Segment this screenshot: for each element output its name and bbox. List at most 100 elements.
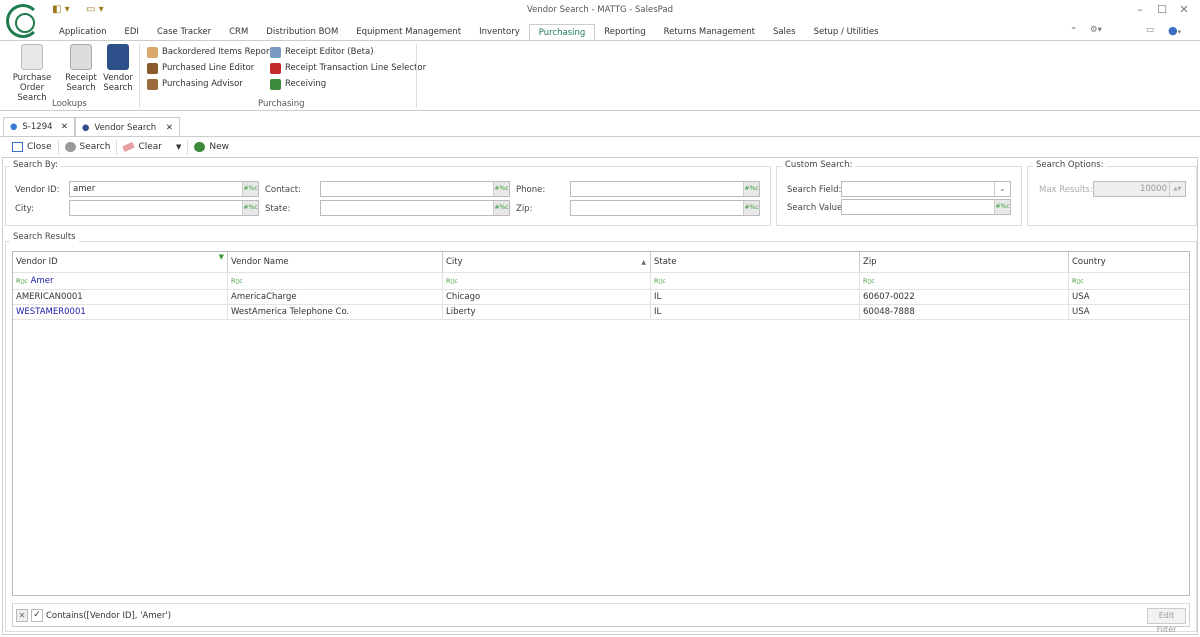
clear-filter-button[interactable]: ✕: [16, 609, 28, 622]
filter-cell-vendor-id[interactable]: R▯c Amer: [13, 273, 228, 289]
table-row[interactable]: WESTAMER0001 WestAmerica Telephone Co. L…: [13, 305, 1189, 320]
tab-crm[interactable]: CRM: [220, 24, 257, 40]
country: USA: [1072, 307, 1090, 317]
purchase-order-search-button[interactable]: Purchase Order Search: [6, 44, 58, 103]
new-button[interactable]: New: [188, 142, 235, 152]
selector-icon: [270, 62, 281, 74]
close-window-button[interactable]: ✕: [1176, 3, 1192, 17]
spinner-icon[interactable]: ▲▼: [1169, 182, 1185, 196]
wildcard-icon[interactable]: #%c: [743, 201, 759, 215]
filter-expression[interactable]: Contains([Vendor ID], 'Amer'): [46, 611, 171, 621]
filter-condition-icon[interactable]: R▯c: [654, 277, 666, 285]
clear-button[interactable]: Clear ▼: [117, 141, 187, 153]
chevron-down-icon[interactable]: ▼: [176, 143, 181, 151]
col-city[interactable]: City ▲: [443, 252, 651, 272]
wildcard-icon[interactable]: #%c: [242, 182, 258, 196]
wildcard-icon[interactable]: #%c: [493, 182, 509, 196]
maximize-button[interactable]: ☐: [1154, 3, 1170, 17]
new-person-icon: [194, 142, 206, 152]
advisor-icon: [147, 78, 158, 90]
tab-purchasing[interactable]: Purchasing: [528, 24, 596, 41]
zip-input[interactable]: #%c: [570, 200, 760, 216]
filter-cell[interactable]: R▯c: [1069, 273, 1189, 289]
filter-condition-icon[interactable]: R▯c: [1072, 277, 1084, 285]
receipt-editor-button[interactable]: Receipt Editor (Beta): [270, 44, 426, 60]
table-row[interactable]: AMERICAN0001 AmericaCharge Chicago IL 60…: [13, 290, 1189, 305]
sort-asc-icon: ▲: [641, 258, 646, 266]
filter-enabled-checkbox[interactable]: ✓: [31, 609, 43, 622]
tab-edi[interactable]: EDI: [116, 24, 148, 40]
tab-reporting[interactable]: Reporting: [595, 24, 654, 40]
contact-input[interactable]: #%c: [320, 181, 510, 197]
max-results-label: Max Results:: [1039, 185, 1093, 195]
filter-cell[interactable]: R▯c: [651, 273, 860, 289]
settings-gear-icon[interactable]: ⚙▾: [1090, 25, 1102, 35]
person-icon: ●: [82, 122, 90, 133]
pencil-icon: [270, 46, 281, 58]
zip: 60607-0022: [860, 290, 1069, 304]
purchasing-advisor-button[interactable]: Purchasing Advisor: [147, 76, 273, 92]
collapse-ribbon-icon[interactable]: ⌃: [1070, 26, 1077, 36]
receiving-button[interactable]: Receiving: [270, 76, 426, 92]
window-icon[interactable]: ▭: [1146, 25, 1154, 35]
search-value-input[interactable]: #%c: [841, 199, 1011, 215]
wildcard-icon[interactable]: #%c: [743, 182, 759, 196]
vendor-search-button[interactable]: Vendor Search: [102, 44, 134, 93]
app-logo[interactable]: [6, 4, 40, 38]
vendor-id-link[interactable]: AMERICAN0001: [16, 292, 83, 302]
state-input[interactable]: #%c: [320, 200, 510, 216]
tab-case-tracker[interactable]: Case Tracker: [148, 24, 220, 40]
wildcard-icon[interactable]: #%c: [493, 201, 509, 215]
col-country[interactable]: Country: [1069, 252, 1189, 272]
filter-condition-icon[interactable]: R▯c: [863, 277, 875, 285]
state: IL: [651, 305, 860, 319]
phone-input[interactable]: #%c: [570, 181, 760, 197]
filter-condition-icon[interactable]: R▯c: [446, 277, 458, 285]
document-binoculars-icon: [21, 44, 43, 70]
city-input[interactable]: #%c: [69, 200, 259, 216]
tab-application[interactable]: Application: [50, 24, 116, 40]
filter-cell[interactable]: R▯c: [228, 273, 443, 289]
tab-sales[interactable]: Sales: [764, 24, 805, 40]
users-icon: ●: [10, 122, 18, 132]
receipt-search-button[interactable]: Receipt Search: [62, 44, 100, 93]
filter-icon[interactable]: ▼: [219, 253, 224, 261]
edit-filter-button[interactable]: Edit Filter: [1147, 608, 1186, 634]
doc-tab-vendor-search[interactable]: ● Vendor Search ✕: [75, 117, 180, 137]
doc-tab-s-1294[interactable]: ● S-1294 ✕: [3, 117, 75, 136]
purchased-line-editor-button[interactable]: Purchased Line Editor: [147, 60, 273, 76]
col-vendor-id[interactable]: Vendor ID ▼: [13, 252, 228, 272]
max-results-input[interactable]: 10000 ▲▼: [1093, 181, 1186, 197]
vendor-id-input[interactable]: amer #%c: [69, 181, 259, 197]
close-tab-icon[interactable]: ✕: [166, 123, 173, 133]
col-zip[interactable]: Zip: [860, 252, 1069, 272]
minimize-button[interactable]: –: [1132, 3, 1148, 17]
search-field-label: Search Field:: [787, 185, 842, 195]
wildcard-icon[interactable]: #%c: [994, 200, 1010, 214]
tab-equipment-management[interactable]: Equipment Management: [347, 24, 470, 40]
help-icon[interactable]: ●▾: [1168, 24, 1181, 37]
backordered-items-report-button[interactable]: Backordered Items Report: [147, 44, 273, 60]
wildcard-icon[interactable]: #%c: [242, 201, 258, 215]
quick-access-icon[interactable]: ◧ ▾: [52, 4, 70, 15]
filter-cell[interactable]: R▯c: [860, 273, 1069, 289]
binoculars-icon: [64, 142, 76, 152]
search-button[interactable]: Search: [59, 142, 117, 152]
search-field-select[interactable]: ⌄: [841, 181, 1011, 197]
receipt-transaction-line-selector-button[interactable]: Receipt Transaction Line Selector: [270, 60, 426, 76]
filter-cell[interactable]: R▯c: [443, 273, 651, 289]
chevron-down-icon[interactable]: ⌄: [994, 182, 1010, 196]
quick-access-folder-icon[interactable]: ▭ ▾: [86, 4, 104, 15]
tab-setup-utilities[interactable]: Setup / Utilities: [805, 24, 888, 40]
col-vendor-name[interactable]: Vendor Name: [228, 252, 443, 272]
vendor-id-link[interactable]: WESTAMER0001: [16, 307, 86, 317]
tab-inventory[interactable]: Inventory: [470, 24, 529, 40]
tab-returns-management[interactable]: Returns Management: [655, 24, 764, 40]
filter-condition-icon[interactable]: R▯c: [16, 277, 28, 285]
col-state[interactable]: State: [651, 252, 860, 272]
close-tab-icon[interactable]: ✕: [61, 122, 68, 132]
state-label: State:: [265, 204, 291, 214]
filter-condition-icon[interactable]: R▯c: [231, 277, 243, 285]
close-button[interactable]: Close: [6, 142, 58, 152]
tab-distribution-bom[interactable]: Distribution BOM: [257, 24, 347, 40]
